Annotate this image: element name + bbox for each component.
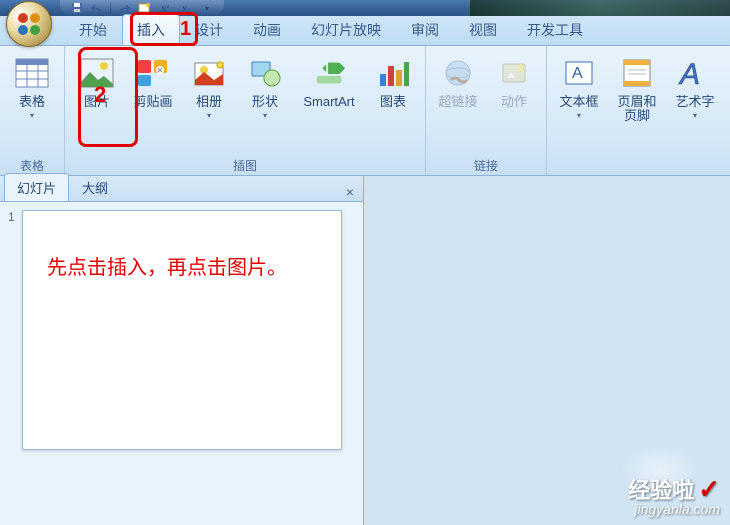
hyperlink-icon	[440, 55, 476, 91]
separator	[110, 2, 111, 14]
table-button[interactable]: 表格 ▾	[6, 50, 58, 125]
group-label-text	[553, 157, 721, 175]
svg-text:A: A	[678, 58, 700, 90]
smartart-label: SmartArt	[303, 95, 354, 109]
group-label-links: 链接	[432, 157, 540, 175]
smartart-icon	[311, 55, 347, 91]
album-icon	[191, 55, 227, 91]
textbox-icon: A	[561, 55, 597, 91]
side-tab-slides[interactable]: 幻灯片	[4, 173, 69, 201]
thumbnail-item: 1 先点击插入，再点击图片。	[8, 210, 355, 450]
tab-insert[interactable]: 插入	[122, 14, 180, 45]
clipart-label: 剪贴画	[133, 95, 172, 109]
subscript-icon[interactable]: x₂	[177, 1, 195, 15]
side-tab-outline[interactable]: 大纲	[69, 173, 121, 201]
group-label-illustrations: 插图	[71, 157, 419, 175]
shapes-label: 形状	[252, 95, 278, 109]
shapes-button[interactable]: 形状 ▾	[239, 50, 291, 125]
wordart-button[interactable]: A 艺术字 ▾	[669, 50, 721, 125]
side-tabs: 幻灯片 大纲 ×	[0, 176, 363, 202]
tab-home[interactable]: 开始	[64, 14, 122, 45]
watermark: 经验啦 ✓ jingyanla.com	[628, 473, 720, 517]
textbox-label: 文本框	[559, 95, 598, 109]
close-icon[interactable]: ×	[341, 183, 359, 201]
office-logo-icon	[15, 10, 43, 38]
ribbon-group-links: 超链接 动作 链接	[426, 46, 547, 175]
slide-number: 1	[8, 210, 18, 450]
chart-icon	[375, 55, 411, 91]
hyperlink-button: 超链接	[432, 50, 484, 114]
undo-icon[interactable]	[89, 1, 107, 15]
save-icon[interactable]	[68, 1, 86, 15]
chart-label: 图表	[380, 95, 406, 109]
hyperlink-label: 超链接	[438, 95, 477, 109]
watermark-url: jingyanla.com	[628, 501, 720, 517]
album-label: 相册	[196, 95, 222, 109]
chart-button[interactable]: 图表	[367, 50, 419, 114]
table-label: 表格	[19, 95, 45, 109]
header-footer-button[interactable]: 页眉和页脚	[609, 50, 665, 129]
action-label: 动作	[501, 95, 527, 109]
action-icon	[496, 55, 532, 91]
dropdown-arrow-icon: ▾	[207, 111, 211, 120]
slides-panel: 幻灯片 大纲 × 1 先点击插入，再点击图片。	[0, 176, 364, 525]
thumbnails-list: 1 先点击插入，再点击图片。	[0, 202, 363, 525]
action-button: 动作	[488, 50, 540, 114]
qat-dropdown-icon[interactable]: ▾	[198, 1, 216, 15]
slide-thumbnail[interactable]: 先点击插入，再点击图片。	[22, 210, 342, 450]
dropdown-arrow-icon: ▾	[30, 111, 34, 120]
office-button[interactable]	[6, 1, 52, 47]
wordart-label: 艺术字	[675, 95, 714, 109]
dropdown-arrow-icon: ▾	[693, 111, 697, 120]
ribbon-group-tables: 表格 ▾ 表格	[0, 46, 65, 175]
checkmark-icon: ✓	[698, 474, 720, 505]
dropdown-arrow-icon: ▾	[577, 111, 581, 120]
slide-text-content: 先点击插入，再点击图片。	[47, 251, 317, 280]
new-slide-icon[interactable]	[135, 1, 153, 15]
redo-icon[interactable]	[114, 1, 132, 15]
tab-slideshow[interactable]: 幻灯片放映	[296, 14, 396, 45]
clipart-icon	[135, 55, 171, 91]
ribbon-tabs: 开始 插入 设计 动画 幻灯片放映 审阅 视图 开发工具	[0, 16, 730, 46]
tab-animations[interactable]: 动画	[238, 14, 296, 45]
wordart-icon: A	[677, 55, 713, 91]
annotation-number-2: 2	[94, 82, 106, 108]
header-footer-label: 页眉和页脚	[617, 95, 656, 124]
svg-text:A: A	[572, 65, 583, 82]
header-footer-icon	[619, 55, 655, 91]
ribbon-group-illustrations: 图片 剪贴画 相册 ▾ 形状 ▾ SmartArt 图表	[65, 46, 426, 175]
ribbon: 表格 ▾ 表格 图片 剪贴画 相册 ▾ 形状 ▾	[0, 46, 730, 176]
tab-review[interactable]: 审阅	[396, 14, 454, 45]
album-button[interactable]: 相册 ▾	[183, 50, 235, 125]
tab-view[interactable]: 视图	[454, 14, 512, 45]
shapes-icon	[247, 55, 283, 91]
dropdown-arrow-icon: ▾	[263, 111, 267, 120]
smartart-button[interactable]: SmartArt	[295, 50, 363, 114]
ribbon-group-text: A 文本框 ▾ 页眉和页脚 A 艺术字 ▾	[547, 46, 727, 175]
textbox-button[interactable]: A 文本框 ▾	[553, 50, 605, 125]
tab-developer[interactable]: 开发工具	[512, 14, 598, 45]
clipart-button[interactable]: 剪贴画	[127, 50, 179, 114]
annotation-number-1: 1	[180, 18, 191, 41]
superscript-icon[interactable]: x²	[156, 1, 174, 15]
table-icon	[14, 55, 50, 91]
